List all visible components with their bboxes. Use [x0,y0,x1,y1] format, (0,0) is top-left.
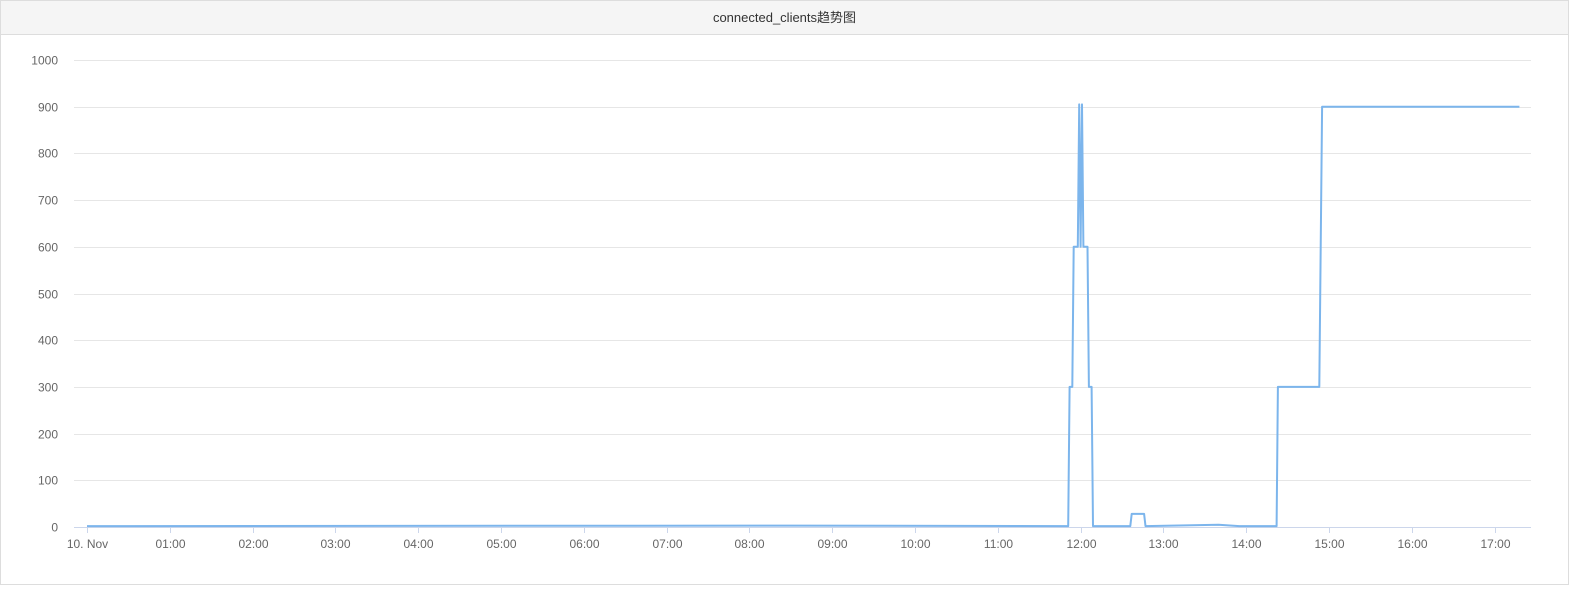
y-tick-label: 400 [38,334,58,348]
x-tick-label: 16:00 [1397,537,1427,551]
y-tick-label: 100 [38,474,58,488]
x-tick-label: 04:00 [403,537,433,551]
y-tick-label: 700 [38,194,58,208]
y-tick-label: 200 [38,428,58,442]
y-tick-label: 800 [38,147,58,161]
x-tick-label: 11:00 [984,537,1013,551]
x-tick-label: 02:00 [238,537,268,551]
x-tick-label: 15:00 [1314,537,1344,551]
x-tick-label: 09:00 [817,537,847,551]
x-tick-label: 07:00 [652,537,682,551]
y-tick-label: 600 [38,241,58,255]
y-tick-label: 300 [38,381,58,395]
panel-title: connected_clients趋势图 [1,1,1568,35]
x-tick-label: 17:00 [1480,537,1510,551]
x-tick-label: 10:00 [900,537,930,551]
x-tick-label: 14:00 [1231,537,1261,551]
x-tick-label: 05:00 [486,537,516,551]
chart-panel: connected_clients趋势图 0 100 200 300 400 500 600… [0,0,1569,585]
y-tick-label: 900 [38,101,58,115]
x-tick-label: 13:00 [1148,537,1178,551]
y-tick-label: 1000 [31,54,58,68]
x-tick-label: 06:00 [569,537,599,551]
x-tick-label: 03:00 [320,537,350,551]
x-tick-label: 12:00 [1066,537,1096,551]
x-tick-label: 01:00 [155,537,185,551]
y-tick-label: 0 [51,521,58,535]
chart-area: 0 100 200 300 400 500 600 700 800 900 1000 10. Nov 0… [1,35,1568,584]
x-tick-label: 10. Nov [67,537,108,551]
y-tick-label: 500 [38,288,58,302]
series-line [86,103,1520,528]
x-tick-label: 08:00 [734,537,764,551]
connected-clients-line-chart: 0 100 200 300 400 500 600 700 800 900 1000 10. Nov 0… [31,54,1531,551]
